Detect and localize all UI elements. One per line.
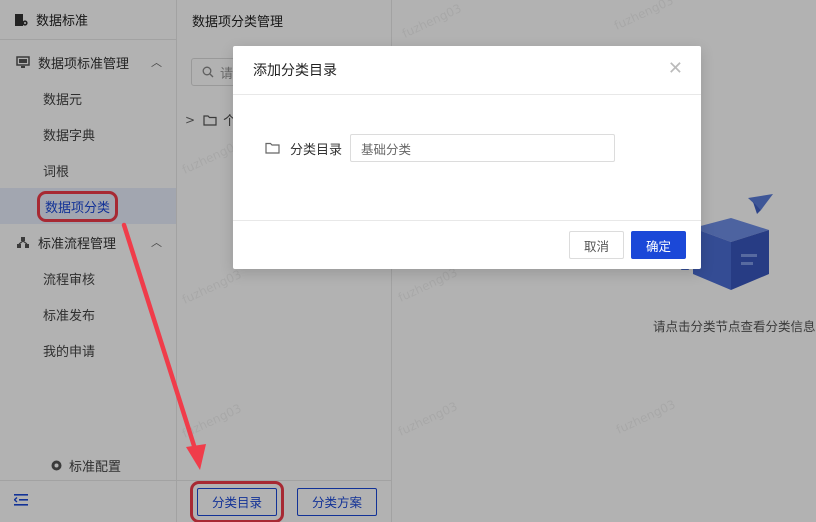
dialog-title: 添加分类目录 <box>253 63 337 79</box>
dialog-body: 分类目录 <box>233 95 701 221</box>
category-directory-input[interactable] <box>350 134 616 162</box>
confirm-button[interactable]: 确定 <box>630 231 686 259</box>
folder-icon <box>265 142 280 154</box>
add-category-dialog: 添加分类目录 ✕ 分类目录 取消 确定 <box>233 46 701 269</box>
dialog-footer: 取消 确定 <box>233 221 701 269</box>
close-icon[interactable]: ✕ <box>668 60 683 78</box>
dialog-header: 添加分类目录 ✕ <box>233 46 701 95</box>
category-directory-field: 分类目录 <box>265 134 616 162</box>
category-directory-label: 分类目录 <box>290 142 343 158</box>
cancel-button[interactable]: 取消 <box>568 231 624 259</box>
